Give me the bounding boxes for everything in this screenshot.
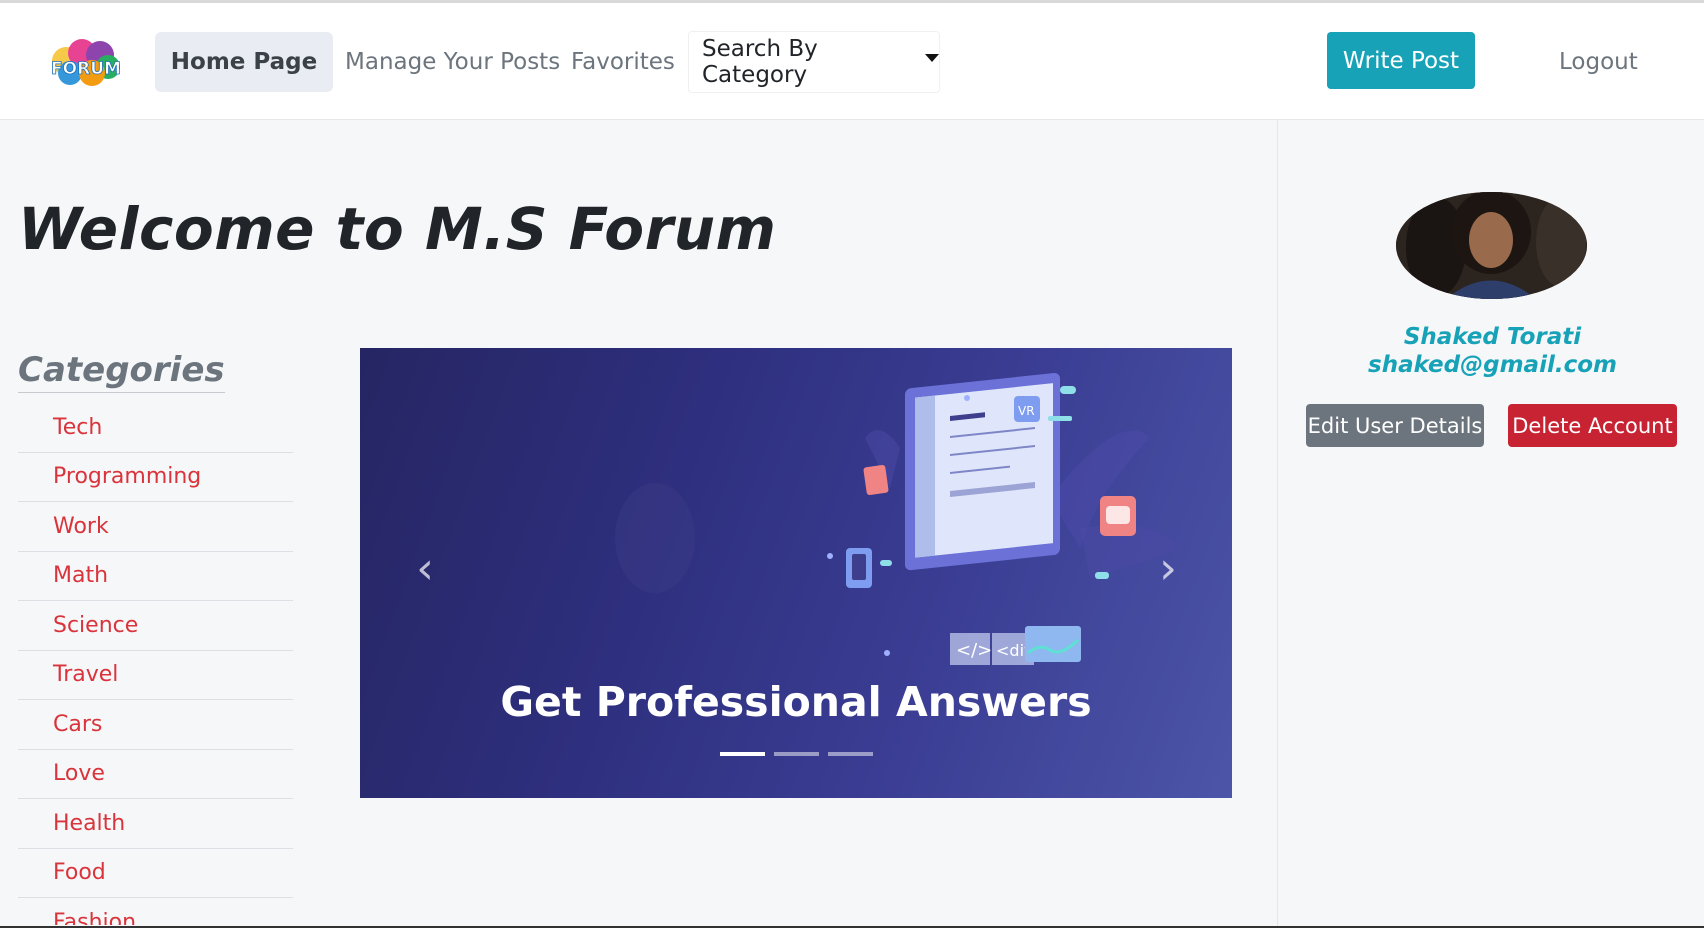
category-item[interactable]: Programming: [18, 453, 293, 502]
logo-text: FORUM: [51, 59, 121, 79]
user-avatar: [1396, 192, 1587, 299]
carousel-indicator[interactable]: [720, 752, 765, 756]
caret-down-icon: [925, 54, 939, 62]
carousel-indicator[interactable]: [828, 752, 873, 756]
carousel-caption: Get Professional Answers: [500, 678, 1092, 726]
monitor-code-text: </>: [956, 640, 992, 661]
search-by-category-dropdown[interactable]: Search By Category: [688, 31, 940, 93]
category-item[interactable]: Fashion: [18, 898, 293, 925]
carousel-indicator[interactable]: [774, 752, 819, 756]
vr-label: VR: [1018, 404, 1035, 418]
carousel-illustration: </> <div VR: [615, 373, 1180, 665]
write-post-button[interactable]: Write Post: [1327, 32, 1475, 89]
category-item[interactable]: Cars: [18, 700, 293, 750]
page-title: Welcome to M.S Forum: [18, 195, 777, 263]
category-list: Tech Programming Work Math Science Trave…: [18, 403, 293, 925]
nav-favorites[interactable]: Favorites: [571, 32, 675, 92]
dropdown-label: Search By Category: [702, 36, 818, 88]
edit-user-details-button[interactable]: Edit User Details: [1306, 404, 1484, 447]
category-item[interactable]: Tech: [18, 403, 293, 453]
category-item[interactable]: Love: [18, 750, 293, 799]
category-item[interactable]: Science: [18, 601, 293, 651]
sidebar-divider: [1277, 120, 1278, 928]
category-item[interactable]: Food: [18, 849, 293, 898]
navbar: FORUM Home Page Manage Your Posts Favori…: [0, 3, 1704, 120]
logout-link[interactable]: Logout: [1559, 32, 1638, 92]
category-item[interactable]: Travel: [18, 651, 293, 700]
category-item[interactable]: Health: [18, 799, 293, 849]
nav-home-page[interactable]: Home Page: [155, 32, 333, 92]
carousel: </> <div VR ‹ › Get Professional Answers: [360, 348, 1232, 798]
carousel-next-icon[interactable]: ›: [1148, 543, 1188, 594]
carousel-prev-icon[interactable]: ‹: [405, 543, 445, 594]
user-name: Shaked Torati: [1403, 324, 1582, 350]
carousel-indicators: [720, 752, 873, 756]
category-item[interactable]: Math: [18, 552, 293, 601]
delete-account-button[interactable]: Delete Account: [1508, 404, 1677, 447]
category-item[interactable]: Work: [18, 502, 293, 552]
user-email: shaked@gmail.com: [1368, 352, 1617, 378]
categories-heading: Categories: [18, 350, 225, 393]
forum-logo[interactable]: FORUM: [48, 37, 124, 89]
nav-manage-posts[interactable]: Manage Your Posts: [345, 32, 560, 92]
